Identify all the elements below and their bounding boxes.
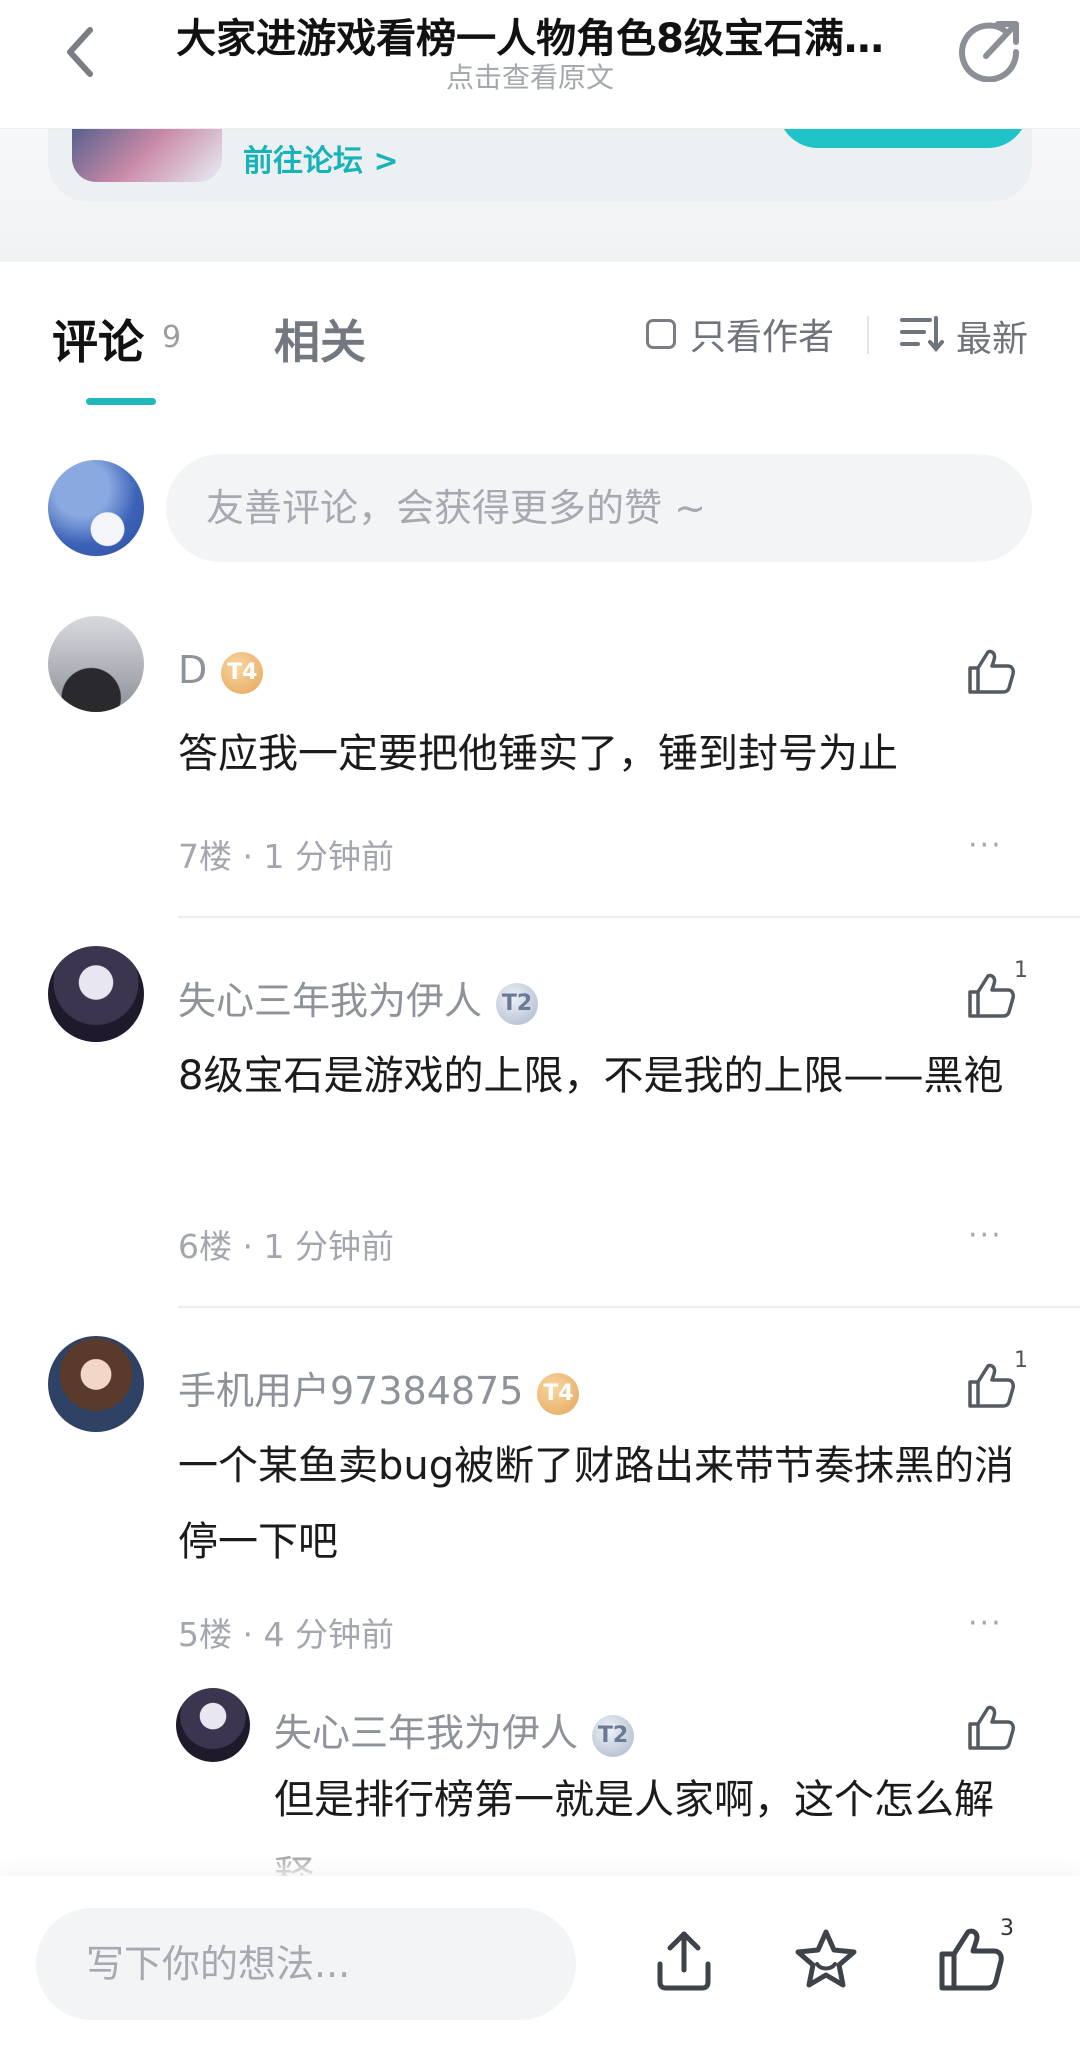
comment-count: 9: [162, 320, 182, 355]
more-options-icon[interactable]: ···: [968, 1218, 1003, 1253]
floor-number: 5楼: [178, 1615, 232, 1654]
comment-text: 答应我一定要把他锤实了，锤到封号为止: [178, 731, 898, 777]
view-original-link[interactable]: 点击查看原文: [150, 56, 910, 96]
avatar[interactable]: [48, 946, 144, 1042]
username-text: 失心三年我为伊人: [274, 1711, 579, 1755]
avatar[interactable]: [48, 616, 144, 712]
more-options-icon[interactable]: ···: [968, 1606, 1003, 1641]
like-count: 3: [1000, 1916, 1014, 1941]
avatar[interactable]: [176, 1688, 250, 1762]
more-options-icon[interactable]: ···: [968, 828, 1003, 863]
checkbox-icon[interactable]: [646, 319, 676, 349]
floor-number: 7楼: [178, 837, 232, 876]
tab-related[interactable]: 相关: [274, 306, 366, 372]
divider: [867, 316, 869, 354]
like-count: 1: [1014, 1348, 1028, 1373]
share-icon[interactable]: [958, 12, 1024, 83]
comment-meta: 6楼 · 1 分钟前: [178, 1220, 394, 1268]
meta-dot: ·: [242, 1615, 254, 1654]
comment-meta: 7楼 · 1 分钟前: [178, 830, 394, 878]
comment-time: 1 分钟前: [263, 837, 395, 876]
username-text: 失心三年我为伊人: [178, 979, 483, 1023]
star-icon[interactable]: [790, 1924, 862, 1996]
back-arrow-icon[interactable]: [52, 14, 112, 84]
forum-section: 前往论坛 >: [0, 98, 1080, 262]
comment-composer: 友善评论，会获得更多的赞 ~: [0, 440, 1080, 580]
level-badge: T4: [537, 1372, 580, 1415]
tab-comments[interactable]: 评论: [52, 306, 144, 372]
meta-dot: ·: [242, 837, 254, 876]
thumbs-up-icon[interactable]: [964, 1702, 1016, 1754]
comment-username[interactable]: 失心三年我为伊人 T2: [178, 970, 539, 1025]
floor-number: 6楼: [178, 1227, 232, 1266]
comment-tabs: 评论 9 相关 只看作者 最新: [0, 262, 1080, 422]
forum-card[interactable]: 前往论坛 >: [48, 98, 1032, 202]
reply-input[interactable]: 写下你的想法...: [36, 1908, 576, 2020]
upload-share-icon[interactable]: [648, 1924, 720, 1996]
go-to-forum-link[interactable]: 前往论坛 >: [243, 136, 399, 180]
scroll-fade: [0, 1818, 1080, 1878]
thumbs-up-icon[interactable]: [964, 1360, 1016, 1412]
bottom-bar: 写下你的想法... 3: [0, 1876, 1080, 2050]
username-text: 手机用户97384875: [178, 1369, 524, 1413]
sort-icon: [900, 314, 944, 358]
comment-text: 一个某鱼卖bug被断了财路出来带节奏抹黑的消停一下吧: [178, 1443, 1015, 1565]
comment-time: 4 分钟前: [263, 1615, 395, 1654]
comment-meta: 5楼 · 4 分钟前: [178, 1608, 394, 1656]
comment-username[interactable]: 手机用户97384875 T4: [178, 1360, 580, 1415]
sort-button[interactable]: 最新: [900, 310, 1028, 362]
thumbs-up-icon[interactable]: [934, 1924, 1006, 1996]
reply-username[interactable]: 失心三年我为伊人 T2: [274, 1702, 635, 1757]
author-only-label: 只看作者: [690, 317, 835, 358]
comment-username[interactable]: D T4: [178, 648, 264, 694]
divider: [178, 916, 1080, 918]
thumbs-up-icon[interactable]: [964, 646, 1016, 698]
like-count: 1: [1014, 958, 1028, 983]
level-badge: T4: [221, 651, 264, 694]
avatar[interactable]: [48, 1336, 144, 1432]
comment-input[interactable]: 友善评论，会获得更多的赞 ~: [166, 454, 1032, 562]
meta-dot: ·: [242, 1227, 254, 1266]
sort-label: 最新: [956, 319, 1029, 360]
divider: [178, 1306, 1080, 1308]
username-text: D: [178, 648, 208, 692]
active-tab-indicator: [86, 398, 156, 405]
thumbs-up-icon[interactable]: [964, 970, 1016, 1022]
comment-text: 8级宝石是游戏的上限，不是我的上限——黑袍: [178, 1053, 1004, 1099]
avatar[interactable]: [48, 460, 144, 556]
level-badge: T2: [496, 982, 539, 1025]
author-only-toggle[interactable]: 只看作者: [646, 312, 834, 358]
level-badge: T2: [592, 1714, 635, 1757]
comment-time: 1 分钟前: [263, 1227, 395, 1266]
top-bar: 大家进游戏看榜一人物角色8级宝石满… 点击查看原文: [0, 0, 1080, 129]
